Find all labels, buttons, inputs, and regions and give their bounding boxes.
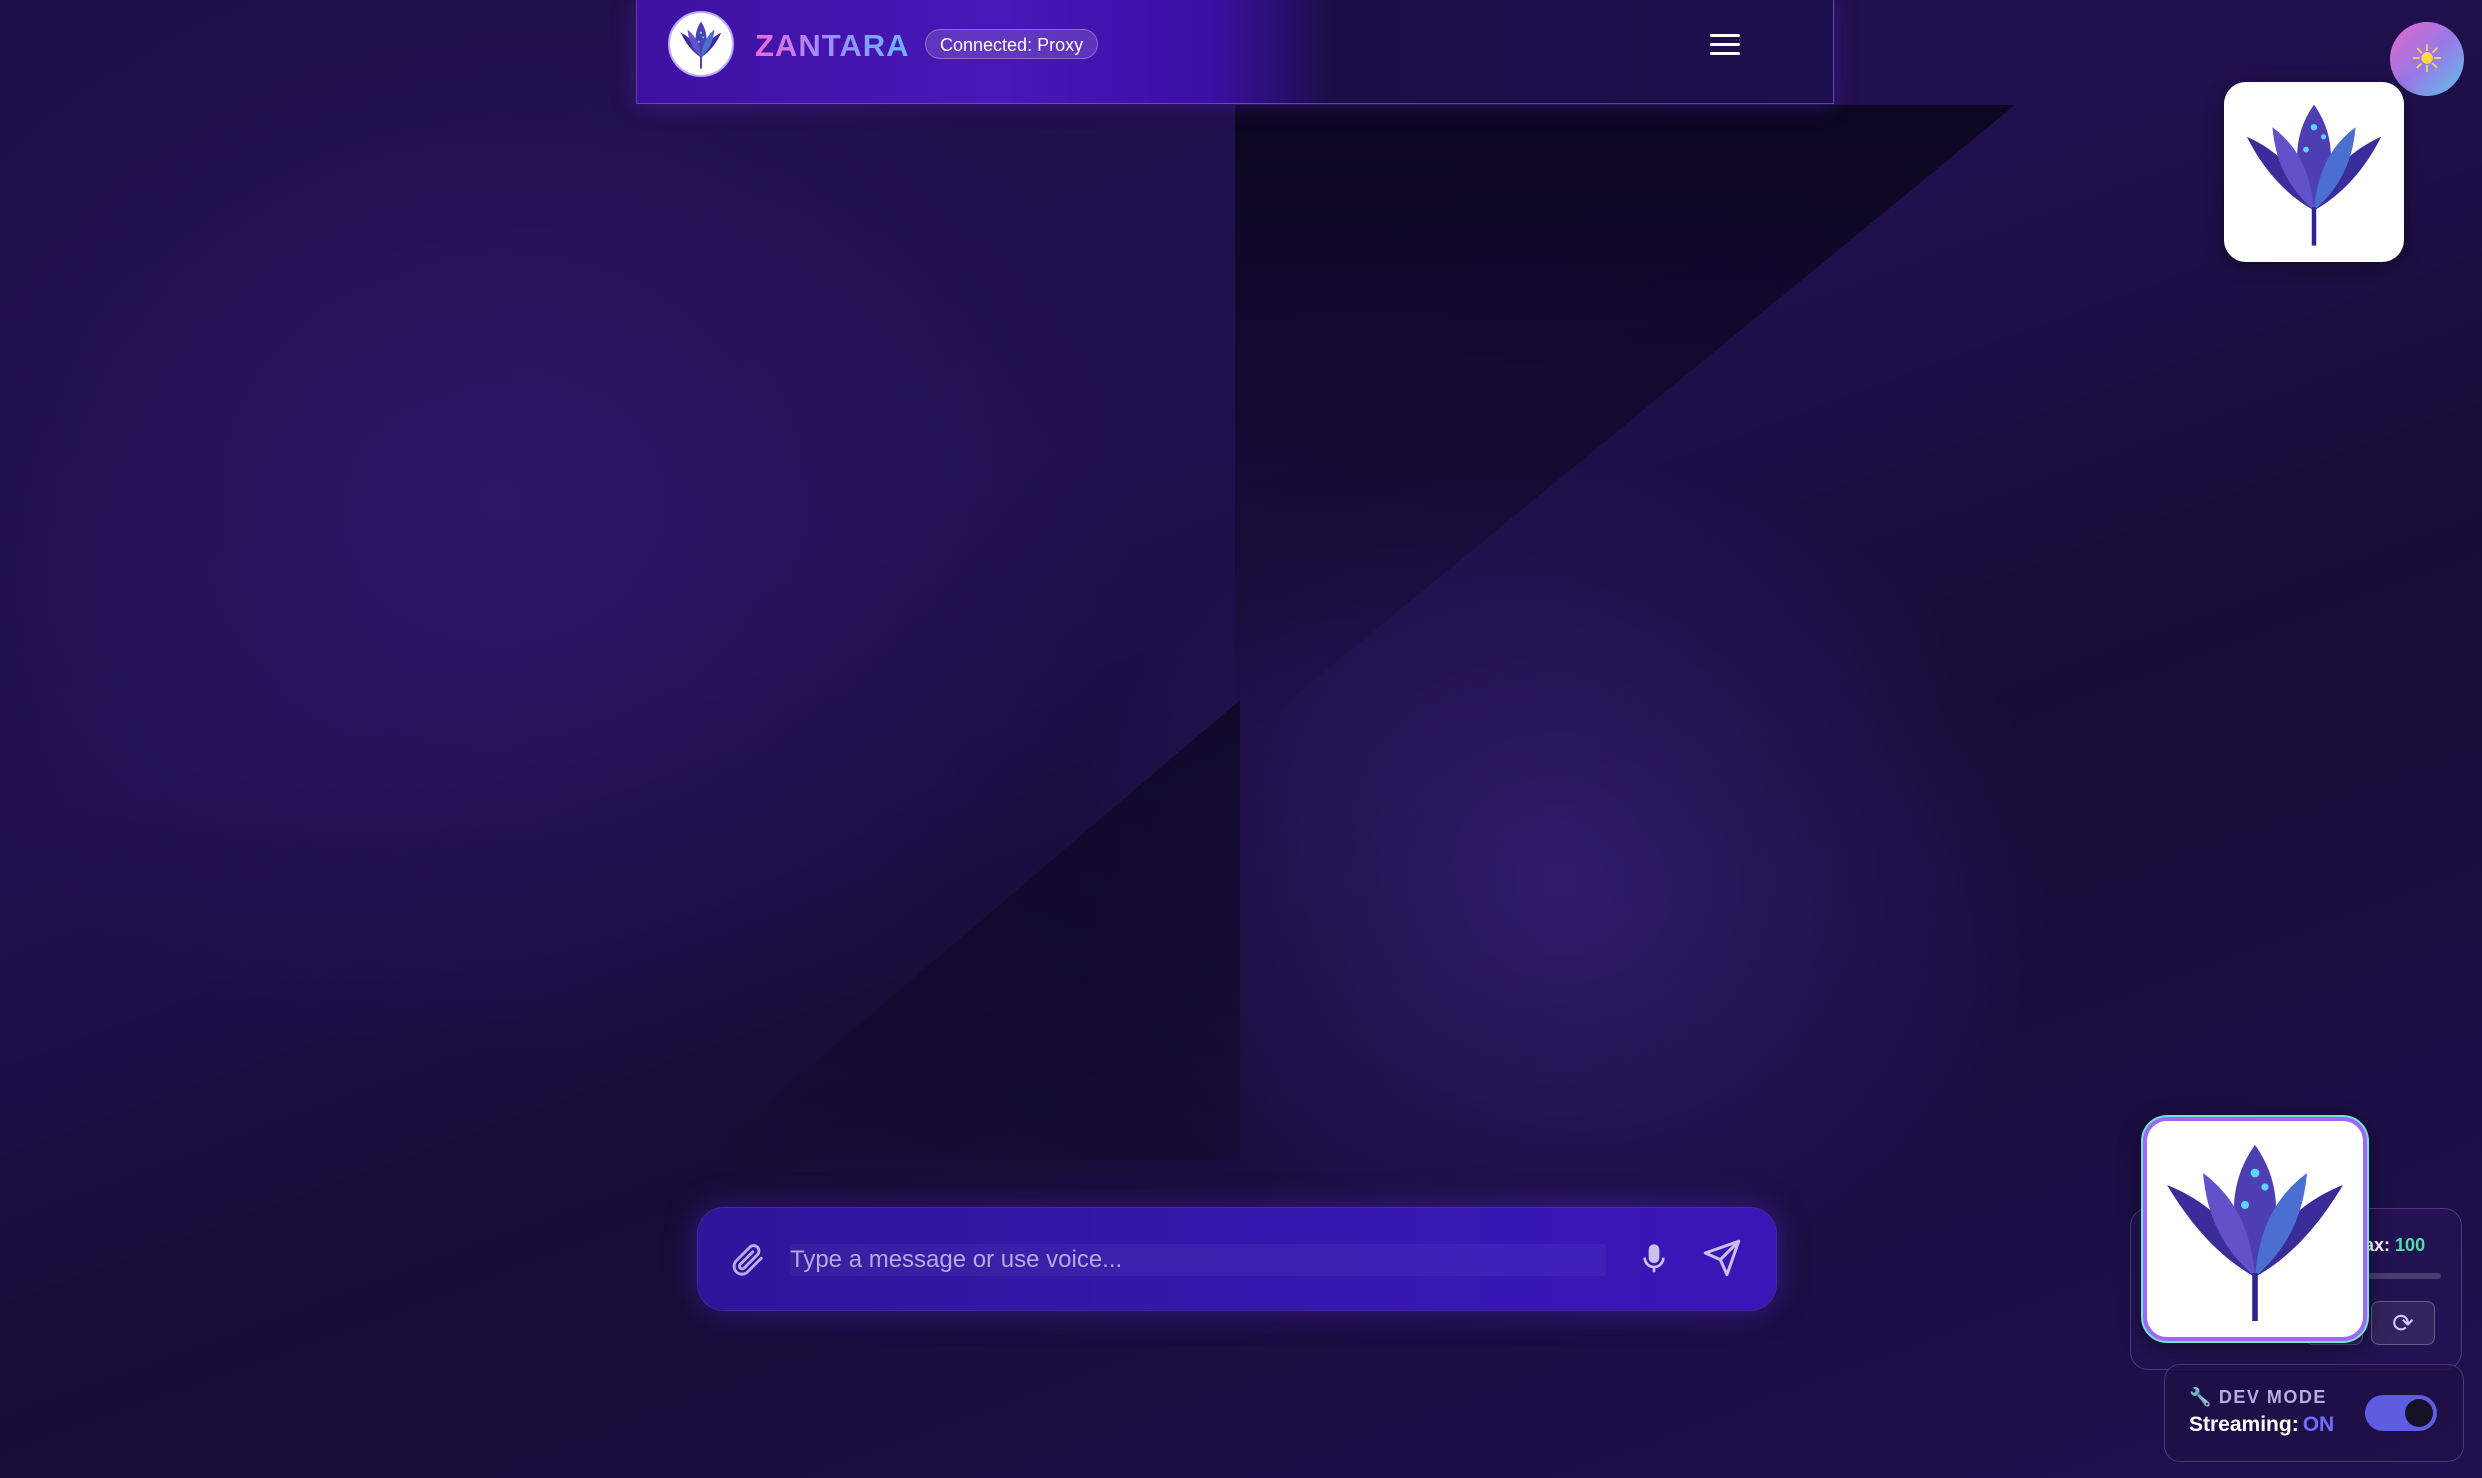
attach-button[interactable] bbox=[728, 1240, 766, 1278]
top-header-bar: ZANTARA Connected: Proxy bbox=[636, 0, 1834, 104]
app-logo[interactable] bbox=[668, 11, 734, 77]
streaming-value: ON bbox=[2302, 1413, 2335, 1436]
microphone-icon bbox=[1643, 1244, 1665, 1273]
max-stat: lax: 100 bbox=[2359, 1235, 2425, 1256]
lotus-icon bbox=[2246, 104, 2382, 246]
message-input[interactable] bbox=[790, 1244, 1606, 1276]
avatar-lotus-card[interactable] bbox=[2224, 82, 2404, 262]
streaming-toggle[interactable] bbox=[2365, 1395, 2437, 1431]
background-shadow-wedge bbox=[1235, 105, 2015, 745]
send-icon bbox=[1703, 1239, 1741, 1277]
paperclip-icon bbox=[732, 1244, 763, 1276]
send-button[interactable] bbox=[1702, 1238, 1742, 1278]
brand-title: ZANTARA bbox=[755, 28, 910, 63]
dev-mode-label: DEV MODE bbox=[2218, 1387, 2327, 1407]
streaming-status: Streaming: ON bbox=[2189, 1413, 2334, 1437]
usage-bar bbox=[2359, 1273, 2441, 1279]
background-shadow-wedge-lower bbox=[700, 700, 1240, 1160]
dev-mode-title: 🔧 DEV MODE bbox=[2189, 1387, 2327, 1408]
wrench-icon: 🔧 bbox=[2189, 1387, 2213, 1407]
refresh-button[interactable]: ⟳ bbox=[2371, 1301, 2435, 1345]
connection-status-badge: Connected: Proxy bbox=[925, 29, 1099, 59]
microphone-button[interactable] bbox=[1638, 1240, 1670, 1278]
refresh-icon: ⟳ bbox=[2392, 1307, 2414, 1338]
dev-mode-panel: 🔧 DEV MODE Streaming: ON bbox=[2164, 1364, 2464, 1462]
assistant-avatar-card[interactable] bbox=[2143, 1117, 2367, 1341]
toggle-knob bbox=[2405, 1399, 2433, 1427]
lotus-icon bbox=[2167, 1145, 2343, 1321]
message-composer bbox=[698, 1208, 1776, 1310]
theme-toggle-button[interactable]: ☀ bbox=[2390, 22, 2464, 96]
lotus-icon bbox=[680, 21, 722, 69]
max-value: 100 bbox=[2395, 1235, 2426, 1255]
streaming-label: Streaming: bbox=[2189, 1413, 2299, 1436]
sun-icon: ☀ bbox=[2409, 38, 2445, 81]
hamburger-menu-icon[interactable] bbox=[1707, 26, 1743, 62]
